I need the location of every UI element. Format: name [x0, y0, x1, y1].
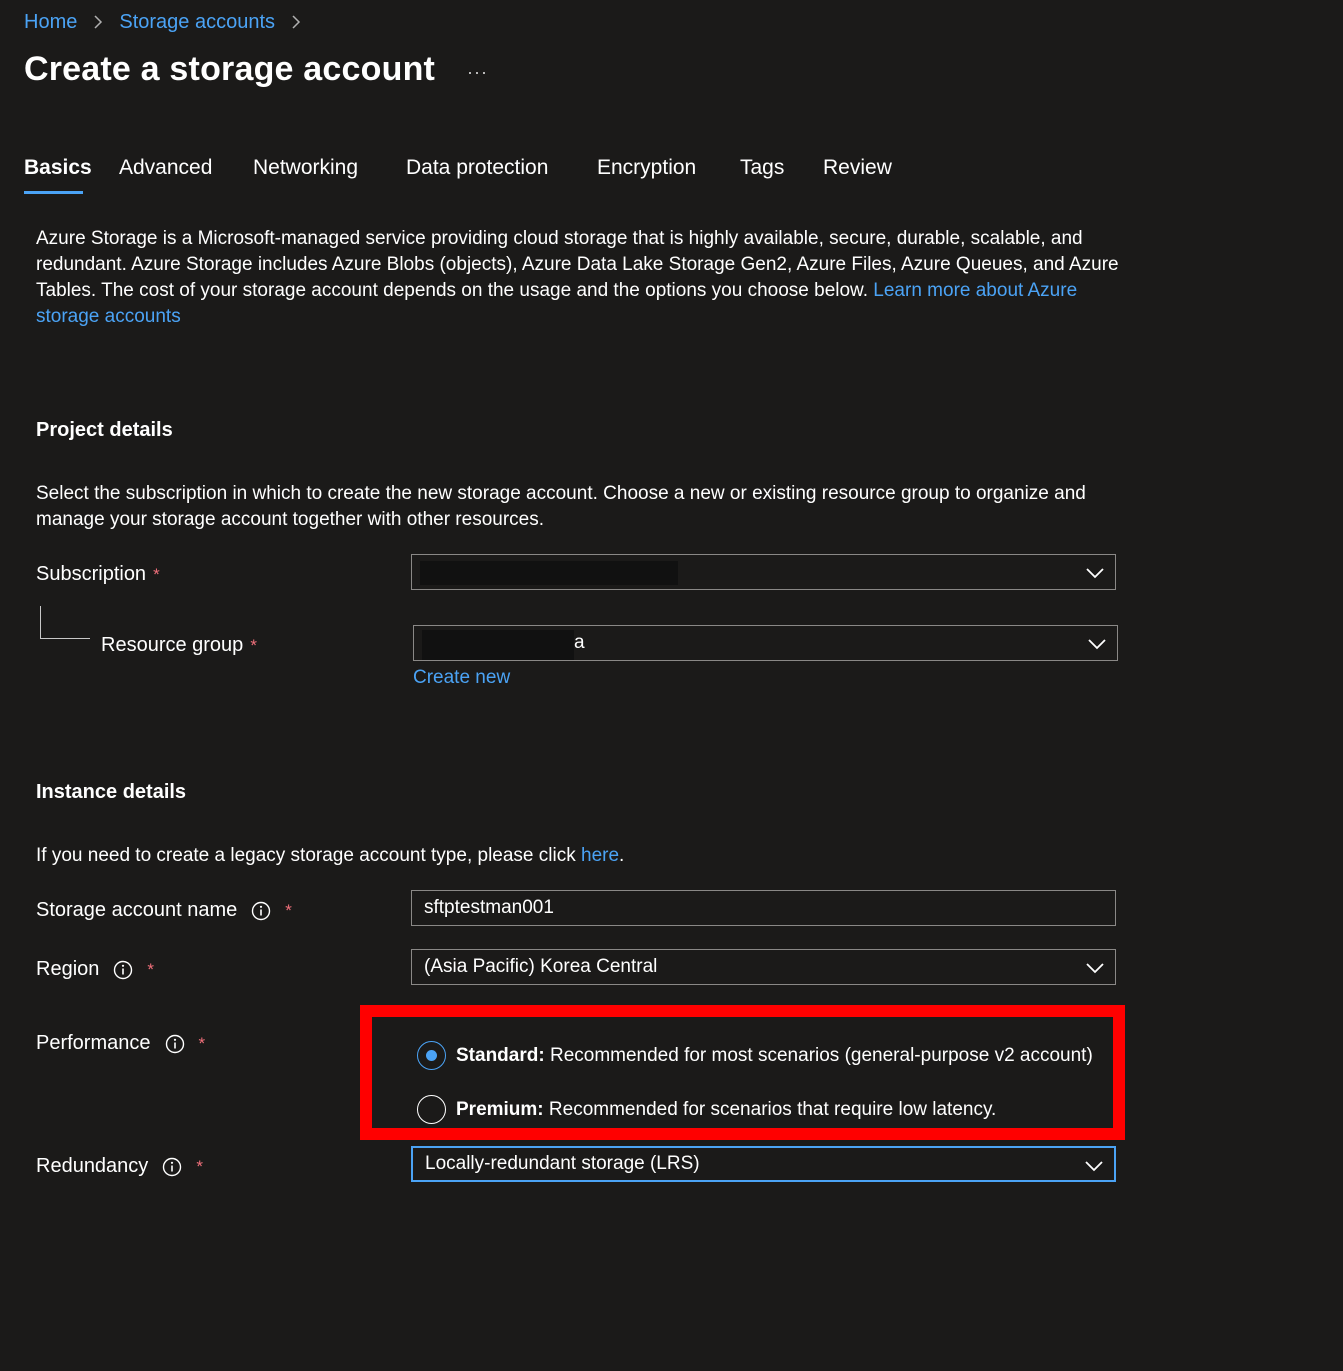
premium-option-title: Premium: — [456, 1098, 544, 1120]
redacted-region — [420, 561, 678, 585]
info-icon[interactable] — [251, 901, 271, 921]
region-label-text: Region — [36, 958, 100, 980]
intro-description: Azure Storage is a Microsoft-managed ser… — [36, 226, 1126, 330]
redundancy-label: Redundancy * — [36, 1155, 203, 1178]
breadcrumb-home-link[interactable]: Home — [24, 11, 77, 34]
resource-group-dropdown[interactable]: a — [413, 625, 1118, 661]
subscription-dropdown[interactable] — [411, 554, 1116, 590]
chevron-down-icon — [1086, 963, 1104, 974]
performance-label-text: Performance — [36, 1032, 151, 1054]
redundancy-label-text: Redundancy — [36, 1155, 149, 1177]
create-storage-account-page: Home Storage accounts Create a storage a… — [0, 0, 1343, 1371]
instance-details-heading: Instance details — [36, 781, 187, 803]
region-dropdown[interactable]: (Asia Pacific) Korea Central — [411, 949, 1116, 985]
tab-networking[interactable]: Networking — [253, 156, 358, 180]
tab-basics[interactable]: Basics — [24, 156, 92, 180]
legacy-notice: If you need to create a legacy storage a… — [36, 843, 624, 869]
project-details-description: Select the subscription in which to crea… — [36, 483, 1086, 530]
page-title: Create a storage account — [24, 50, 436, 88]
tree-connector — [40, 638, 90, 639]
standard-option-title: Standard: — [456, 1044, 545, 1066]
breadcrumb-storage-accounts-link[interactable]: Storage accounts — [119, 11, 275, 34]
performance-standard-option[interactable]: Standard: Recommended for most scenarios… — [417, 1041, 1093, 1070]
redacted-region — [422, 630, 574, 660]
tab-encryption[interactable]: Encryption — [597, 156, 696, 180]
tab-data-protection[interactable]: Data protection — [406, 156, 548, 180]
legacy-text: If you need to create a legacy storage a… — [36, 845, 581, 866]
legacy-end: . — [619, 845, 625, 866]
required-marker: * — [250, 635, 257, 655]
info-icon[interactable] — [113, 960, 133, 980]
performance-premium-option[interactable]: Premium: Recommended for scenarios that … — [417, 1095, 996, 1124]
breadcrumb: Home Storage accounts — [24, 10, 317, 34]
legacy-here-link[interactable]: here — [581, 845, 619, 866]
chevron-down-icon — [1085, 1161, 1103, 1172]
tab-review[interactable]: Review — [823, 156, 892, 180]
create-new-link[interactable]: Create new — [413, 665, 510, 691]
redundancy-value: Locally-redundant storage (LRS) — [425, 1153, 700, 1174]
chevron-down-icon — [1086, 568, 1104, 579]
active-tab-indicator — [24, 191, 83, 194]
resource-group-value: a — [574, 632, 585, 653]
storage-account-name-label-text: Storage account name — [36, 899, 238, 921]
required-marker: * — [198, 1033, 206, 1053]
required-marker: * — [285, 900, 292, 920]
resource-group-label-text: Resource group — [101, 634, 244, 656]
storage-account-name-label: Storage account name * — [36, 899, 292, 922]
standard-option-text: Recommended for most scenarios (general-… — [544, 1044, 1093, 1066]
subscription-label: Subscription * — [36, 563, 160, 586]
radio-button[interactable] — [417, 1095, 446, 1124]
required-marker: * — [196, 1156, 203, 1176]
storage-account-name-value: sftptestman001 — [424, 897, 554, 918]
tree-connector — [40, 606, 41, 639]
radio-button-selected[interactable] — [417, 1041, 446, 1070]
premium-option-text: Recommended for scenarios that require l… — [543, 1098, 997, 1120]
info-icon[interactable] — [165, 1034, 185, 1054]
chevron-down-icon — [1088, 639, 1106, 650]
required-marker: * — [153, 564, 160, 584]
chevron-right-icon — [292, 15, 301, 29]
chevron-right-icon — [94, 15, 103, 29]
storage-account-name-input[interactable]: sftptestman001 — [411, 890, 1116, 926]
tab-tags[interactable]: Tags — [740, 156, 784, 180]
redundancy-dropdown[interactable]: Locally-redundant storage (LRS) — [411, 1146, 1116, 1182]
region-value: (Asia Pacific) Korea Central — [424, 956, 658, 977]
resource-group-label: Resource group * — [101, 634, 257, 657]
required-marker: * — [147, 959, 155, 979]
more-icon[interactable]: ··· — [467, 62, 488, 83]
performance-label: Performance * — [36, 1032, 205, 1055]
subscription-label-text: Subscription — [36, 563, 147, 585]
info-icon[interactable] — [162, 1157, 182, 1177]
tab-advanced[interactable]: Advanced — [119, 156, 212, 180]
project-details-heading: Project details — [36, 419, 173, 441]
region-label: Region * — [36, 958, 154, 981]
